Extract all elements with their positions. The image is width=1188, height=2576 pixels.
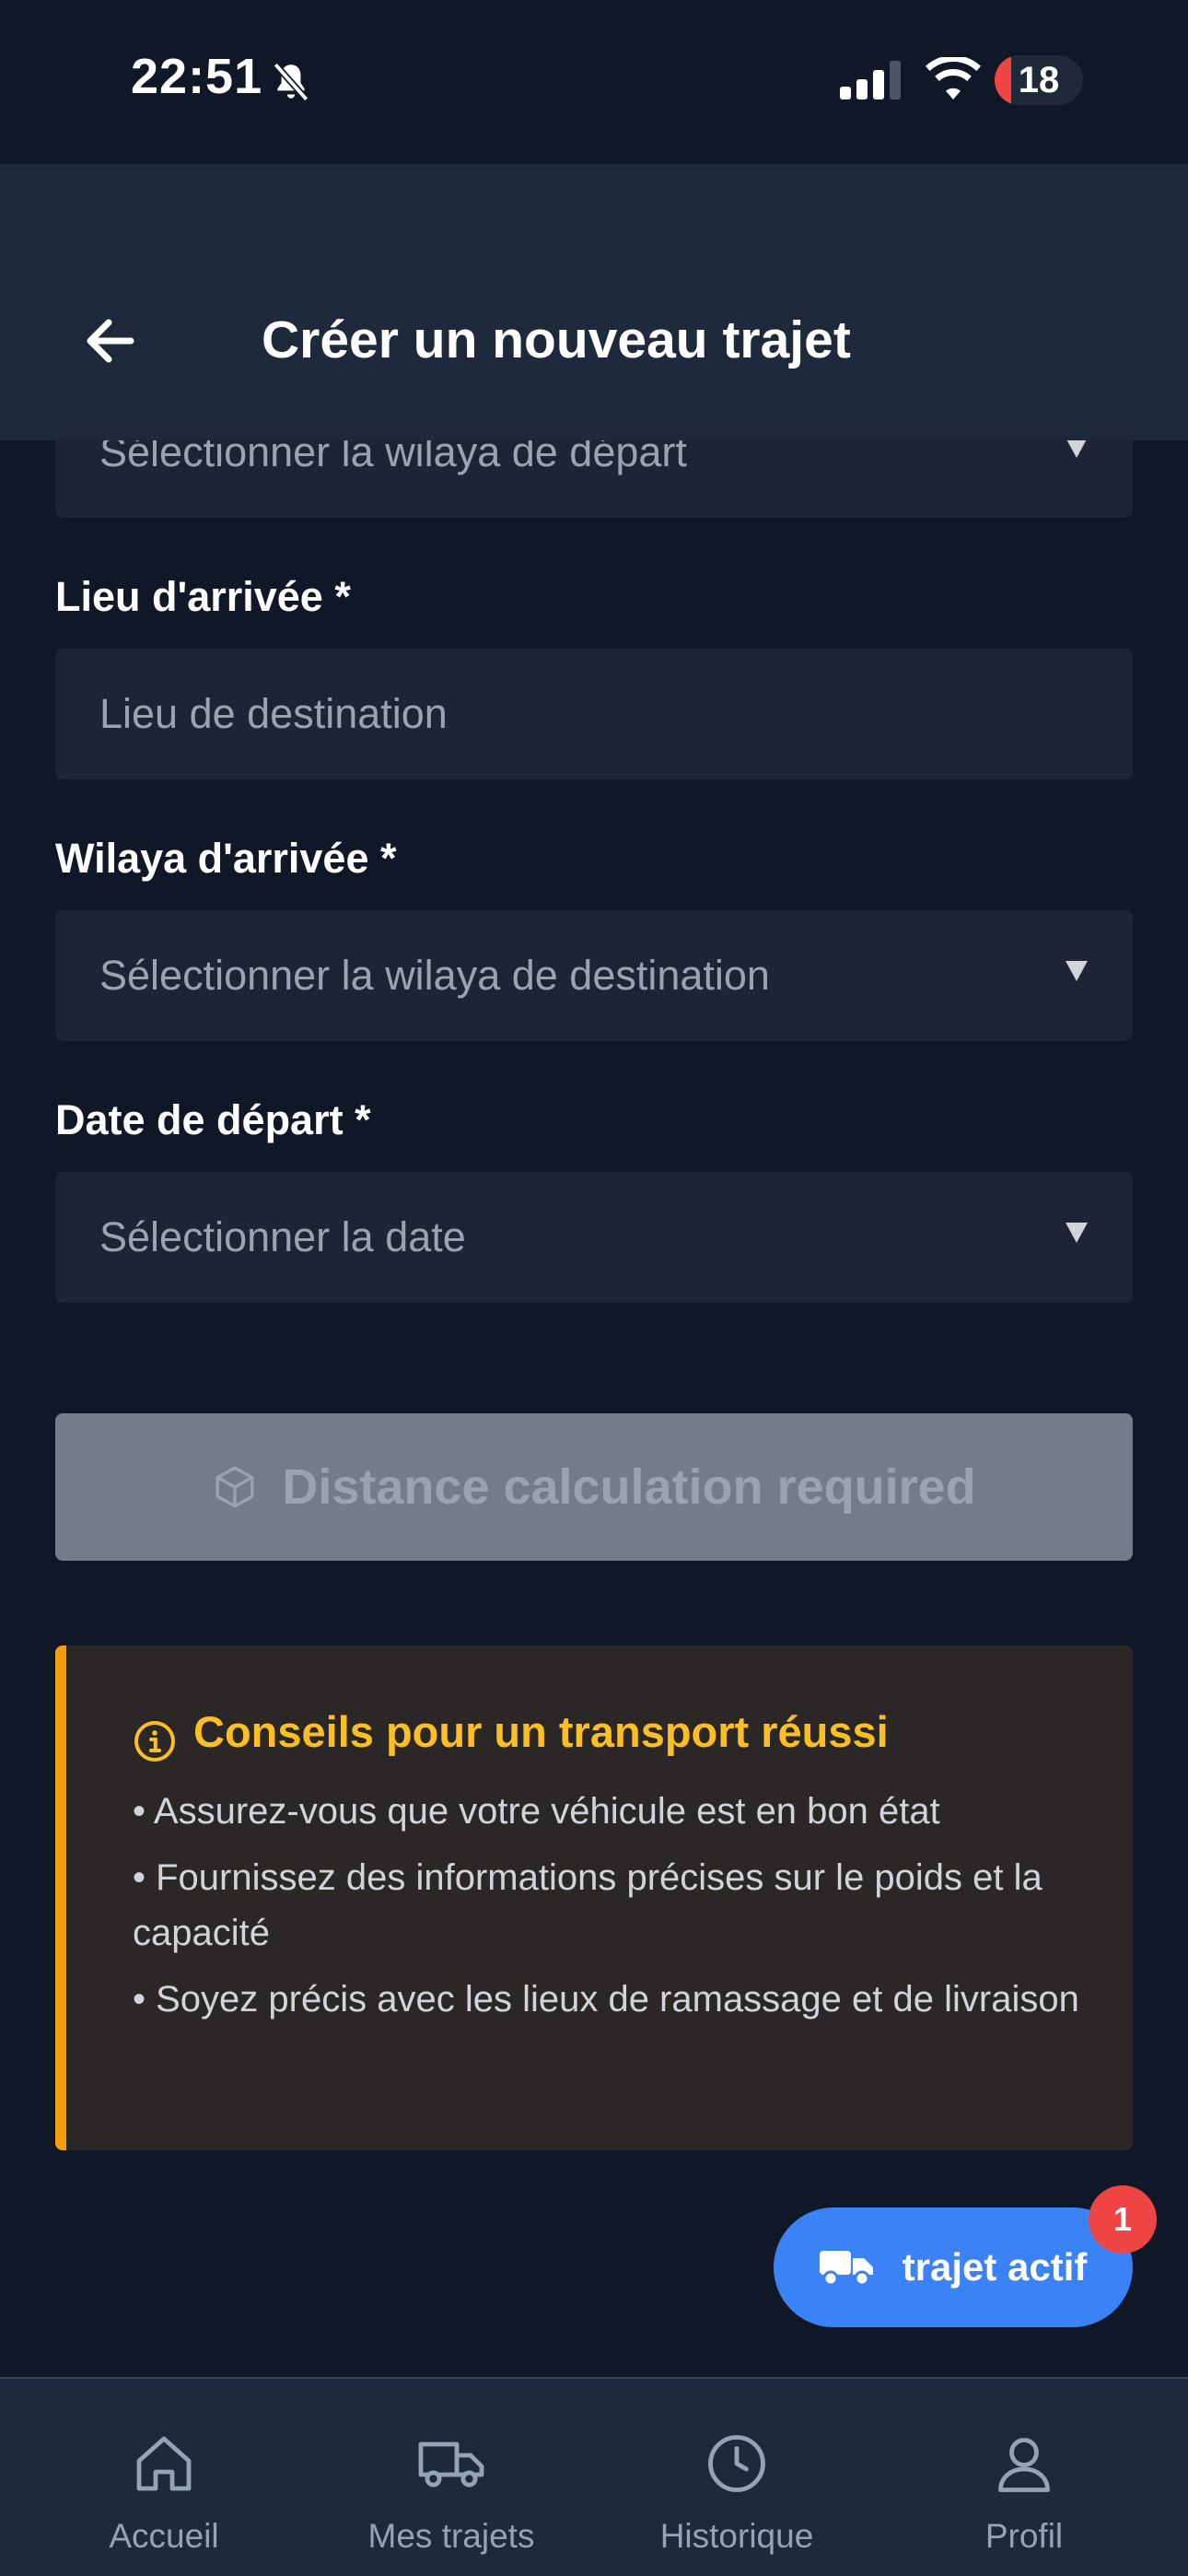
battery-indicator: 18 — [995, 55, 1083, 105]
nav-label: Mes trajets — [367, 2517, 535, 2555]
truck-icon — [819, 2251, 873, 2287]
wifi-icon — [926, 57, 981, 100]
arrival-wilaya-select[interactable]: Sélectionner la wilaya de destination — [55, 910, 1133, 1041]
caret-down-icon — [1066, 961, 1088, 981]
departure-date-placeholder: Sélectionner la date — [99, 1213, 466, 1260]
tips-title: Conseils pour un transport réussi — [193, 1707, 889, 1756]
info-icon — [134, 1721, 175, 1762]
arrival-place-label: Lieu d'arrivée * — [55, 573, 351, 620]
nav-label: Profil — [984, 2517, 1064, 2555]
bell-muted-icon — [273, 62, 309, 102]
tip-item: • Assurez-vous que votre véhicule est en… — [133, 1791, 940, 1832]
arrival-wilaya-label: Wilaya d'arrivée * — [55, 835, 397, 882]
arrival-place-input[interactable]: Lieu de destination — [55, 649, 1133, 779]
nav-item-accueil[interactable]: Accueil — [26, 2379, 302, 2576]
back-arrow-icon[interactable] — [74, 304, 147, 378]
user-icon — [998, 2438, 1050, 2492]
clock-icon — [708, 2435, 765, 2492]
arrival-place-placeholder: Lieu de destination — [99, 690, 448, 737]
battery-level: 18 — [1018, 60, 1060, 100]
departure-date-select[interactable]: Sélectionner la date — [55, 1172, 1133, 1303]
departure-date-label: Date de départ * — [55, 1096, 371, 1143]
nav-item-mes-trajets[interactable]: Mes trajets — [313, 2379, 589, 2576]
tip-item: • Soyez précis avec les lieux de ramassa… — [133, 1979, 1079, 2020]
bottom-navigation: Accueil Mes trajets Historique Profil — [0, 2377, 1188, 2576]
caret-down-icon — [1066, 1223, 1088, 1243]
arrival-wilaya-placeholder: Sélectionner la wilaya de destination — [99, 952, 770, 999]
tip-item: • Fournissez des informations précises s… — [133, 1857, 1042, 1953]
status-bar: 22:51 18 — [0, 0, 1188, 164]
status-time: 22:51 — [131, 49, 263, 104]
notification-badge: 1 — [1089, 2185, 1157, 2254]
cellular-signal-icon — [840, 61, 901, 100]
tips-card: Conseils pour un transport réussi • Assu… — [55, 1645, 1133, 2150]
home-icon — [136, 2436, 192, 2491]
active-trip-label: trajet actif — [902, 2245, 1088, 2289]
package-icon — [215, 1466, 254, 1508]
distance-calculation-button[interactable]: Distance calculation required — [55, 1413, 1133, 1561]
nav-item-historique[interactable]: Historique — [599, 2379, 875, 2576]
truck-icon — [418, 2441, 484, 2488]
app-header — [0, 164, 1188, 440]
nav-item-profil[interactable]: Profil — [886, 2379, 1162, 2576]
nav-label: Accueil — [109, 2517, 219, 2555]
active-trip-button[interactable]: trajet actif — [774, 2207, 1133, 2327]
nav-label: Historique — [659, 2517, 814, 2555]
distance-calculation-label: Distance calculation required — [282, 1459, 976, 1515]
page-title: Créer un nouveau trajet — [262, 310, 851, 369]
